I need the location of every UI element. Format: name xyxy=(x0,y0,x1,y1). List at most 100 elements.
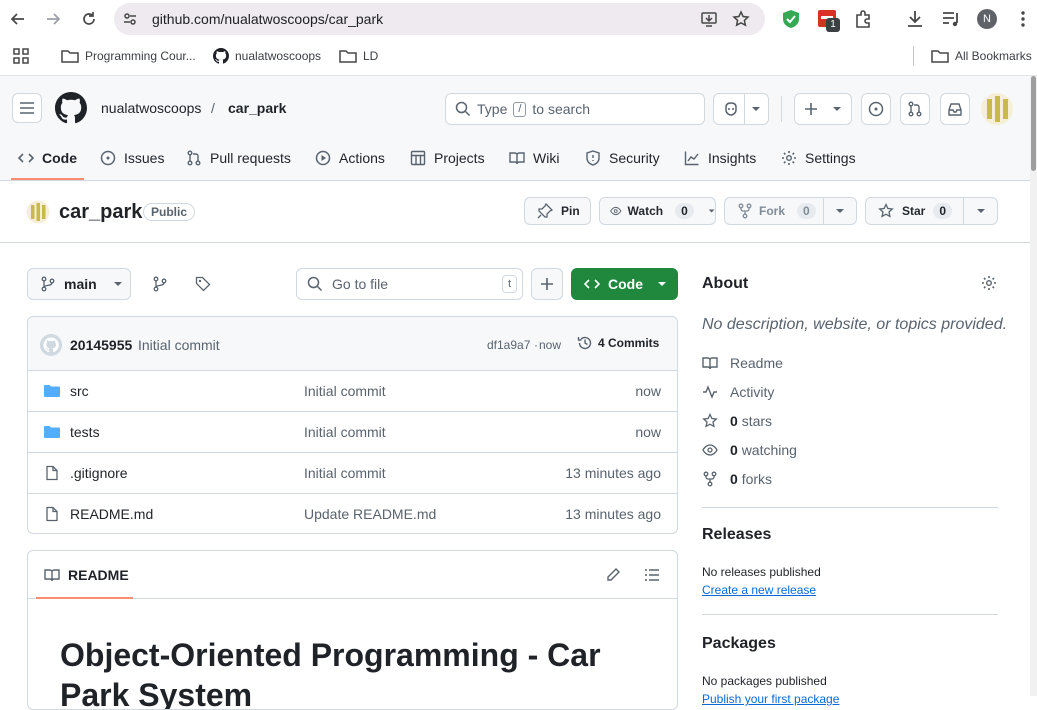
table-row[interactable]: .gitignore Initial commit 13 minutes ago xyxy=(28,452,677,493)
go-to-file-input[interactable]: Go to file t xyxy=(296,268,523,300)
tab-actions[interactable]: Actions xyxy=(315,149,385,167)
file-commit-message[interactable]: Initial commit xyxy=(304,424,386,440)
readme-heading-line: Park System xyxy=(60,677,253,710)
profile-avatar[interactable]: N xyxy=(977,9,997,29)
pencil-icon[interactable] xyxy=(605,567,621,583)
page-scrollbar[interactable] xyxy=(1030,76,1037,696)
watching-link[interactable]: 0 watching xyxy=(702,442,797,458)
triangle-down-icon xyxy=(836,209,844,213)
search-input[interactable]: Type / to search xyxy=(445,93,705,125)
watch-button[interactable]: Watch 0 xyxy=(599,197,716,225)
tag-icon[interactable] xyxy=(195,276,211,292)
shield-extension-icon[interactable] xyxy=(781,9,801,29)
url-text: github.com/nualatwoscoops/car_park xyxy=(152,11,384,27)
branch-selector[interactable]: main xyxy=(27,268,131,300)
fork-button[interactable]: Fork 0 xyxy=(724,197,824,225)
search-icon xyxy=(455,101,471,117)
file-name[interactable]: .gitignore xyxy=(70,465,128,481)
file-age: 13 minutes ago xyxy=(565,465,661,481)
tab-projects[interactable]: Projects xyxy=(410,149,485,167)
readme-link[interactable]: Readme xyxy=(702,355,783,371)
issues-button[interactable] xyxy=(861,93,891,125)
book-icon xyxy=(509,152,525,165)
list-outline-icon[interactable] xyxy=(644,567,660,583)
commit-author[interactable]: 20145955 xyxy=(70,337,132,353)
scrollbar-thumb[interactable] xyxy=(1031,76,1036,171)
file-commit-message[interactable]: Initial commit xyxy=(304,383,386,399)
file-name[interactable]: README.md xyxy=(70,506,153,522)
go-to-file-kbd: t xyxy=(501,275,517,293)
commits-link[interactable]: 4 Commits xyxy=(577,335,659,351)
pull-requests-button[interactable] xyxy=(900,93,930,125)
stars-link[interactable]: 0 stars xyxy=(702,413,772,429)
address-bar[interactable]: github.com/nualatwoscoops/car_park xyxy=(114,3,765,35)
reload-icon[interactable] xyxy=(77,7,101,31)
commit-author-avatar[interactable] xyxy=(40,334,62,356)
browser-menu-icon[interactable] xyxy=(1015,9,1031,29)
add-file-button[interactable] xyxy=(531,268,563,300)
breadcrumb-repo[interactable]: car_park xyxy=(228,100,286,116)
code-button[interactable]: Code xyxy=(571,268,678,300)
breadcrumb-owner[interactable]: nualatwoscoops xyxy=(101,100,201,116)
create-new-button[interactable] xyxy=(794,93,852,125)
hamburger-menu-button[interactable] xyxy=(12,93,42,123)
site-info-icon[interactable] xyxy=(122,11,138,27)
download-icon[interactable] xyxy=(905,9,925,29)
table-row[interactable]: tests Initial commit now xyxy=(28,411,677,452)
file-commit-message[interactable]: Update README.md xyxy=(304,506,436,522)
repo-title[interactable]: car_park xyxy=(59,201,142,224)
file-table: 20145955 Initial commit df1a9a7 · now 4 … xyxy=(27,316,678,534)
tab-wiki[interactable]: Wiki xyxy=(509,149,559,167)
user-avatar[interactable] xyxy=(980,92,1014,126)
inbox-button[interactable] xyxy=(940,93,970,125)
copilot-button[interactable] xyxy=(713,93,769,125)
create-release-link[interactable]: Create a new release xyxy=(702,583,816,597)
extensions-puzzle-icon[interactable] xyxy=(854,9,874,29)
tab-insights[interactable]: Insights xyxy=(684,149,756,167)
all-bookmarks[interactable]: All Bookmarks xyxy=(931,47,1032,65)
media-queue-icon[interactable] xyxy=(941,9,961,29)
branches-icon[interactable] xyxy=(152,276,168,292)
tab-code[interactable]: Code xyxy=(18,149,77,167)
packages-title[interactable]: Packages xyxy=(702,635,776,653)
file-commit-message[interactable]: Initial commit xyxy=(304,465,386,481)
tab-label: Security xyxy=(609,150,660,166)
forks-link[interactable]: 0 forks xyxy=(702,471,772,487)
commit-sha[interactable]: df1a9a7 xyxy=(487,338,530,352)
table-row[interactable]: src Initial commit now xyxy=(28,370,677,411)
forward-icon[interactable] xyxy=(41,7,65,31)
pin-button[interactable]: Pin xyxy=(524,197,591,225)
activity-link[interactable]: Activity xyxy=(702,384,774,400)
star-count: 0 xyxy=(933,203,953,219)
tab-issues[interactable]: Issues xyxy=(100,149,164,167)
tab-pull-requests[interactable]: Pull requests xyxy=(186,149,291,167)
triangle-down-icon xyxy=(976,209,985,213)
readme-tab[interactable]: README xyxy=(44,567,129,583)
bookmark-ld[interactable]: LD xyxy=(339,47,378,65)
file-name[interactable]: src xyxy=(70,383,89,399)
star-dropdown-button[interactable] xyxy=(963,197,998,225)
commit-message[interactable]: Initial commit xyxy=(138,337,220,353)
publish-package-link[interactable]: Publish your first package xyxy=(702,692,839,706)
star-button[interactable]: Star 0 xyxy=(865,197,964,225)
file-age: now xyxy=(635,383,661,399)
tab-label: Actions xyxy=(339,150,385,166)
tab-security[interactable]: Security xyxy=(585,149,660,167)
bookmark-star-icon[interactable] xyxy=(732,10,750,28)
table-row[interactable]: README.md Update README.md 13 minutes ag… xyxy=(28,493,677,533)
apps-grid-icon[interactable] xyxy=(13,48,29,64)
sidebar-divider xyxy=(702,614,998,615)
install-app-icon[interactable] xyxy=(700,10,718,28)
back-icon[interactable] xyxy=(6,7,30,31)
file-name[interactable]: tests xyxy=(70,424,100,440)
github-logo-icon[interactable] xyxy=(55,92,87,124)
bookmark-programming[interactable]: Programming Cour... xyxy=(61,47,196,65)
about-settings-gear-icon[interactable] xyxy=(981,275,997,291)
activity-link-label: Activity xyxy=(730,384,775,400)
bookmark-nualatwoscoops[interactable]: nualatwoscoops xyxy=(213,47,321,65)
repo-header-divider xyxy=(0,242,1030,243)
active-tab-underline xyxy=(11,178,84,180)
tab-settings[interactable]: Settings xyxy=(781,149,856,167)
releases-title[interactable]: Releases xyxy=(702,526,771,544)
fork-dropdown-button[interactable] xyxy=(823,197,857,225)
